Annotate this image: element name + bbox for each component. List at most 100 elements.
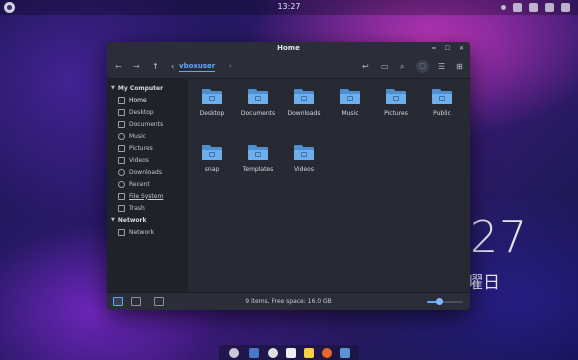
open-terminal-icon[interactable]: ↩ [362,61,369,73]
pictures-icon [118,144,125,152]
sidebar-item-label: File System [129,192,164,200]
sidebar-item-label: Home [129,96,147,104]
folder-icon [340,89,360,104]
sidebar-item-downloads[interactable]: Downloads [107,166,188,178]
downloads-icon [118,168,125,176]
accessibility-icon[interactable] [513,3,522,12]
close-icon[interactable]: ✕ [459,46,464,52]
network-status-icon[interactable] [529,3,538,12]
sidebar-item-music[interactable]: Music [107,130,188,142]
maximize-icon[interactable]: ☐ [445,46,450,52]
sidebar-item-pictures[interactable]: Pictures [107,142,188,154]
folder-label: snap [204,166,220,173]
folder-app-icon[interactable] [340,348,350,358]
back-arrow-icon[interactable]: ← [115,63,122,71]
sidebar-item-videos[interactable]: Videos [107,154,188,166]
sidebar-section-label: My Computer [117,84,164,92]
folder-item-public[interactable]: Public [419,89,465,117]
collapse-triangle-icon[interactable]: ▼ [111,217,115,223]
folder-item-music[interactable]: Music [327,89,373,117]
folder-label: Music [341,110,359,117]
folder-item-snap[interactable]: snap [189,145,235,173]
dock [219,345,359,360]
window-title: Home [277,44,300,52]
firefox-app-icon[interactable] [322,348,332,358]
network-icon [118,228,125,236]
sidebar-item-label: Network [129,228,155,236]
home-icon [118,96,125,104]
notes-app-icon[interactable] [304,348,314,358]
sidebar-item-label: Pictures [129,144,153,152]
recent-icon [118,180,125,188]
sidebar-item-label: Trash [129,204,145,212]
desktop-clock: 27 [470,212,528,263]
filesystem-icon [118,192,125,200]
toolbar: ← → ↑ ‹ vboxuser › ↩ ▭ ⌕ ◌ ☰ ⊞ [107,57,470,79]
sidebar-item-label: Recent [129,180,150,188]
sidebar-item-trash[interactable]: Trash [107,202,188,214]
sidebar-item-recent[interactable]: Recent [107,178,188,190]
file-manager-window: Home ━ ☐ ✕ ← → ↑ ‹ vboxuser › ↩ ▭ ⌕ ◌ ☰ … [107,42,470,310]
settings-app-icon[interactable] [229,348,239,358]
breadcrumb-prev-icon[interactable]: ‹ [171,62,174,71]
desktop-day: 曜日 [466,273,500,293]
folder-label: Downloads [287,110,321,117]
status-text: 9 items, Free space: 16.0 GB [245,298,332,305]
folder-icon [386,89,406,104]
disc-app-icon[interactable] [268,348,278,358]
documents-icon [118,120,125,128]
up-arrow-icon[interactable]: ↑ [152,63,159,71]
sidebar-item-file-system[interactable]: File System [107,190,188,202]
status-bar: 9 items, Free space: 16.0 GB [107,292,470,310]
breadcrumb-next-icon[interactable]: › [229,62,232,70]
forward-arrow-icon[interactable]: → [133,63,140,71]
folder-item-documents[interactable]: Documents [235,89,281,117]
sidebar-section-network[interactable]: ▼ Network [107,214,188,226]
folder-label: Pictures [384,110,408,117]
file-grid[interactable]: Desktop Documents Downloads Music Pictur… [188,79,470,292]
sidebar-item-home[interactable]: Home [107,94,188,106]
minimize-icon[interactable]: ━ [432,46,436,52]
folder-label: Public [433,110,451,117]
sidebar-item-desktop[interactable]: Desktop [107,106,188,118]
text-editor-app-icon[interactable] [286,348,296,358]
sidebar-item-documents[interactable]: Documents [107,118,188,130]
folder-item-templates[interactable]: Templates [235,145,281,173]
breadcrumb-location[interactable]: vboxuser [179,62,216,72]
folder-label: Documents [240,110,276,117]
top-panel: 13:27 [0,0,578,15]
sidebar: ▼ My Computer Home Desktop Documents Mus… [107,79,188,292]
folder-icon [248,145,268,160]
window-titlebar[interactable]: Home ━ ☐ ✕ [107,42,470,57]
power-icon[interactable] [561,3,570,12]
icon-view-icon[interactable]: ◌ [416,60,429,73]
folder-icon [248,89,268,104]
sidebar-item-label: Music [129,132,147,140]
folder-item-videos[interactable]: Videos [281,145,327,173]
sidebar-item-label: Downloads [129,168,162,176]
files-app-icon[interactable] [249,348,259,358]
trash-icon [118,204,125,212]
system-tray [501,3,570,12]
search-icon[interactable]: ⌕ [400,61,404,73]
folder-icon [432,89,452,104]
collapse-triangle-icon[interactable]: ▼ [111,85,115,91]
new-folder-icon[interactable]: ▭ [381,61,389,73]
folder-item-desktop[interactable]: Desktop [189,89,235,117]
sidebar-item-label: Videos [129,156,149,164]
sidebar-section-my-computer[interactable]: ▼ My Computer [107,82,188,94]
folder-icon [202,145,222,160]
folder-label: Videos [294,166,314,173]
sidebar-item-network[interactable]: Network [107,226,188,238]
window-body: ▼ My Computer Home Desktop Documents Mus… [107,79,470,292]
folder-icon [294,145,314,160]
desktop-icon [118,108,125,116]
compact-view-icon[interactable]: ⊞ [456,61,463,73]
indicator-dot-icon[interactable] [501,5,506,10]
folder-item-downloads[interactable]: Downloads [281,89,327,117]
sidebar-item-label: Desktop [129,108,154,116]
list-view-icon[interactable]: ☰ [438,61,445,73]
top-clock[interactable]: 13:27 [0,2,578,11]
volume-icon[interactable] [545,3,554,12]
folder-item-pictures[interactable]: Pictures [373,89,419,117]
